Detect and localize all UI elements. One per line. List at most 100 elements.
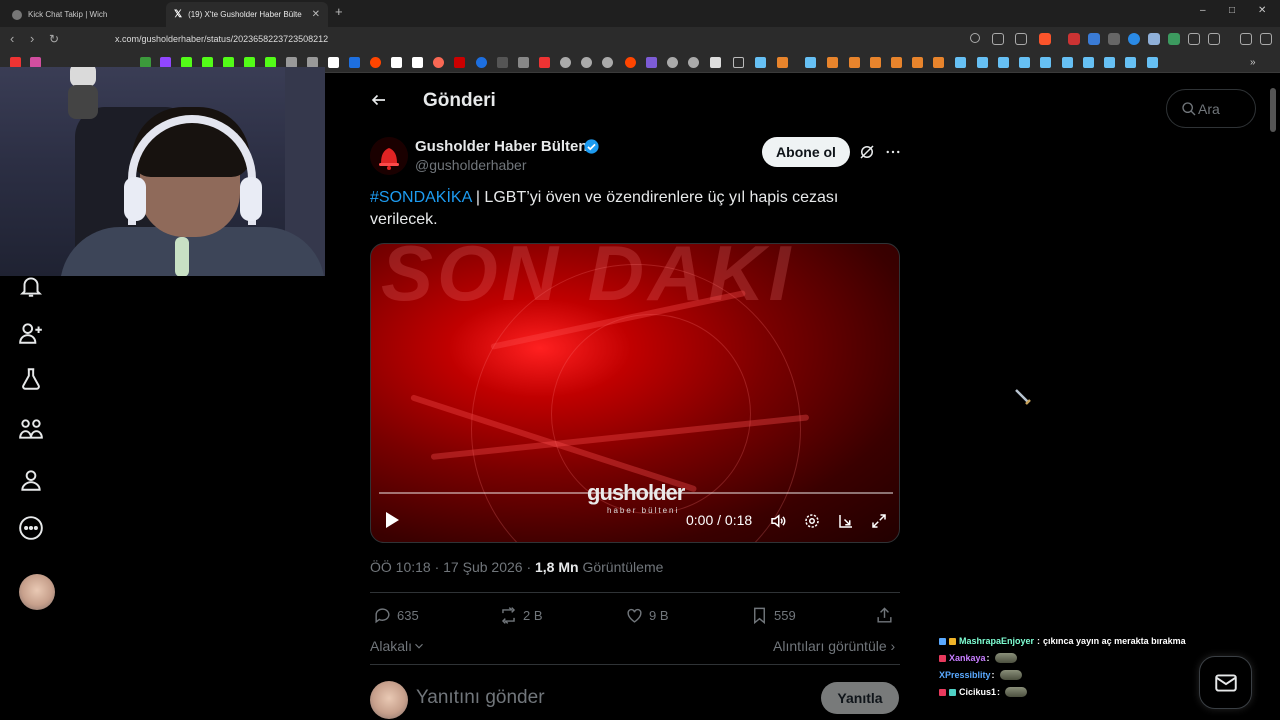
bookmark-icon[interactable] bbox=[391, 57, 402, 68]
play-icon[interactable] bbox=[383, 510, 401, 530]
reply-input[interactable]: Yanıtını gönder bbox=[416, 687, 545, 709]
video-player[interactable]: SON DAKİ gusholder haber bülteni 0:00 / … bbox=[370, 243, 900, 543]
tab-close-icon[interactable]: ✕ bbox=[312, 9, 320, 20]
bookmark-icon[interactable] bbox=[805, 57, 816, 68]
maximize-button[interactable]: □ bbox=[1229, 5, 1235, 16]
bookmark-icon[interactable] bbox=[518, 57, 529, 68]
grok-icon[interactable] bbox=[858, 143, 876, 161]
bookmark-icon[interactable] bbox=[370, 57, 381, 68]
tab-gusholder[interactable]: 𝕏 (19) X'te Gusholder Haber Bülte ✕ bbox=[166, 2, 328, 27]
extension-icon[interactable] bbox=[1148, 33, 1160, 45]
bookmark-icon[interactable] bbox=[688, 57, 699, 68]
repost-action[interactable]: 2 B bbox=[499, 606, 543, 625]
url-field[interactable]: x.com/gusholderhaber/status/202365822372… bbox=[115, 34, 328, 44]
extension-icon[interactable] bbox=[1108, 33, 1120, 45]
hashtag-link[interactable]: #SONDAKİKA bbox=[370, 189, 471, 206]
bookmark-icon[interactable] bbox=[412, 57, 423, 68]
related-dropdown[interactable]: Alakalı bbox=[370, 638, 426, 654]
reply-submit-button[interactable]: Yanıtla bbox=[821, 682, 899, 714]
bookmark-icon[interactable] bbox=[912, 57, 923, 68]
bookmark-folder-icon[interactable] bbox=[733, 57, 744, 68]
back-nav-icon[interactable]: ‹ bbox=[10, 32, 14, 46]
view-quotes-link[interactable]: Alıntıları görüntüle › bbox=[773, 638, 895, 654]
author-handle[interactable]: @gusholderhaber bbox=[415, 157, 527, 173]
picture-in-picture-icon[interactable] bbox=[837, 512, 855, 530]
bookmark-icon[interactable] bbox=[955, 57, 966, 68]
search-input[interactable]: Ara bbox=[1166, 89, 1256, 128]
bookmark-icon[interactable] bbox=[1019, 57, 1030, 68]
bookmark-icon[interactable] bbox=[454, 57, 465, 68]
bookmark-icon[interactable] bbox=[433, 57, 444, 68]
bookmark-icon[interactable] bbox=[777, 57, 788, 68]
bookmark-icon[interactable] bbox=[1062, 57, 1073, 68]
profile-icon[interactable] bbox=[18, 467, 44, 493]
bookmark-icon[interactable] bbox=[998, 57, 1009, 68]
bookmark-icon[interactable] bbox=[328, 57, 339, 68]
bookmark-icon[interactable] bbox=[933, 57, 944, 68]
media-icon[interactable] bbox=[1240, 33, 1252, 45]
extension-icon[interactable] bbox=[1168, 33, 1180, 45]
bookmark-icon[interactable] bbox=[539, 57, 550, 68]
bookmark-icon[interactable] bbox=[349, 57, 360, 68]
bookmarks-overflow-icon[interactable]: » bbox=[1250, 57, 1261, 68]
forward-nav-icon[interactable]: › bbox=[30, 32, 34, 46]
bookmark-icon[interactable] bbox=[977, 57, 988, 68]
notifications-icon[interactable] bbox=[18, 273, 44, 299]
volume-icon[interactable] bbox=[769, 512, 787, 530]
minimize-button[interactable]: – bbox=[1200, 5, 1206, 16]
extension-icon[interactable] bbox=[1068, 33, 1080, 45]
bookmark-icon[interactable] bbox=[870, 57, 881, 68]
tab-kick-chat[interactable]: Kick Chat Takip | Wich bbox=[4, 2, 164, 27]
x-logo-icon: 𝕏 bbox=[174, 8, 183, 20]
communities-icon[interactable] bbox=[18, 416, 44, 442]
bookmark-icon[interactable] bbox=[602, 57, 613, 68]
reply-action[interactable]: 635 bbox=[373, 606, 419, 625]
menu-icon[interactable] bbox=[1260, 33, 1272, 45]
bookmark-icon[interactable] bbox=[891, 57, 902, 68]
bookmark-icon[interactable] bbox=[755, 57, 766, 68]
bookmark-icon[interactable] bbox=[646, 57, 657, 68]
bookmark-icon[interactable] bbox=[710, 57, 721, 68]
extension-icon[interactable] bbox=[1088, 33, 1100, 45]
bookmark-icon[interactable] bbox=[849, 57, 860, 68]
bookmark-icon[interactable] bbox=[1125, 57, 1136, 68]
like-action[interactable]: 9 B bbox=[625, 606, 669, 625]
bookmark-icon[interactable] bbox=[1104, 57, 1115, 68]
page-scrollbar[interactable] bbox=[1270, 88, 1276, 132]
bookmark-icon[interactable] bbox=[1040, 57, 1051, 68]
account-avatar[interactable] bbox=[19, 574, 55, 610]
extensions-puzzle-icon[interactable] bbox=[1188, 33, 1200, 45]
tweet-timestamp[interactable]: ÖÖ 10:18 · 17 Şub 2026 · bbox=[370, 559, 535, 575]
bookmark-icon[interactable] bbox=[1083, 57, 1094, 68]
back-arrow-icon[interactable] bbox=[370, 91, 388, 109]
extension-icon[interactable] bbox=[1128, 33, 1140, 45]
brave-shield-icon[interactable] bbox=[1039, 33, 1051, 45]
more-options-icon[interactable] bbox=[884, 143, 902, 161]
cast-icon[interactable] bbox=[992, 33, 1004, 45]
fullscreen-icon[interactable] bbox=[870, 512, 888, 530]
share-icon[interactable] bbox=[1015, 33, 1027, 45]
bookmark-icon[interactable] bbox=[581, 57, 592, 68]
bookmark-icon[interactable] bbox=[1147, 57, 1158, 68]
labs-flask-icon[interactable] bbox=[18, 366, 44, 392]
follow-users-icon[interactable] bbox=[18, 320, 44, 346]
zoom-icon[interactable] bbox=[970, 33, 980, 43]
bookmark-action[interactable]: 559 bbox=[750, 606, 796, 625]
more-options-icon[interactable] bbox=[18, 515, 44, 541]
messages-button[interactable] bbox=[1199, 656, 1252, 709]
author-name[interactable]: Gusholder Haber Bülteni bbox=[415, 138, 592, 155]
subscribe-button[interactable]: Abone ol bbox=[762, 137, 850, 167]
settings-gear-icon[interactable] bbox=[803, 512, 821, 530]
author-avatar[interactable] bbox=[370, 137, 408, 175]
bookmark-icon[interactable] bbox=[497, 57, 508, 68]
close-window-button[interactable]: ✕ bbox=[1258, 5, 1266, 16]
new-tab-button[interactable]: + bbox=[335, 4, 343, 19]
sidebar-icon[interactable] bbox=[1208, 33, 1220, 45]
reload-icon[interactable]: ↻ bbox=[49, 32, 59, 46]
bookmark-icon[interactable] bbox=[560, 57, 571, 68]
bookmark-icon[interactable] bbox=[476, 57, 487, 68]
bookmark-icon[interactable] bbox=[827, 57, 838, 68]
bookmark-icon[interactable] bbox=[667, 57, 678, 68]
share-action[interactable] bbox=[875, 606, 899, 625]
bookmark-icon[interactable] bbox=[625, 57, 636, 68]
